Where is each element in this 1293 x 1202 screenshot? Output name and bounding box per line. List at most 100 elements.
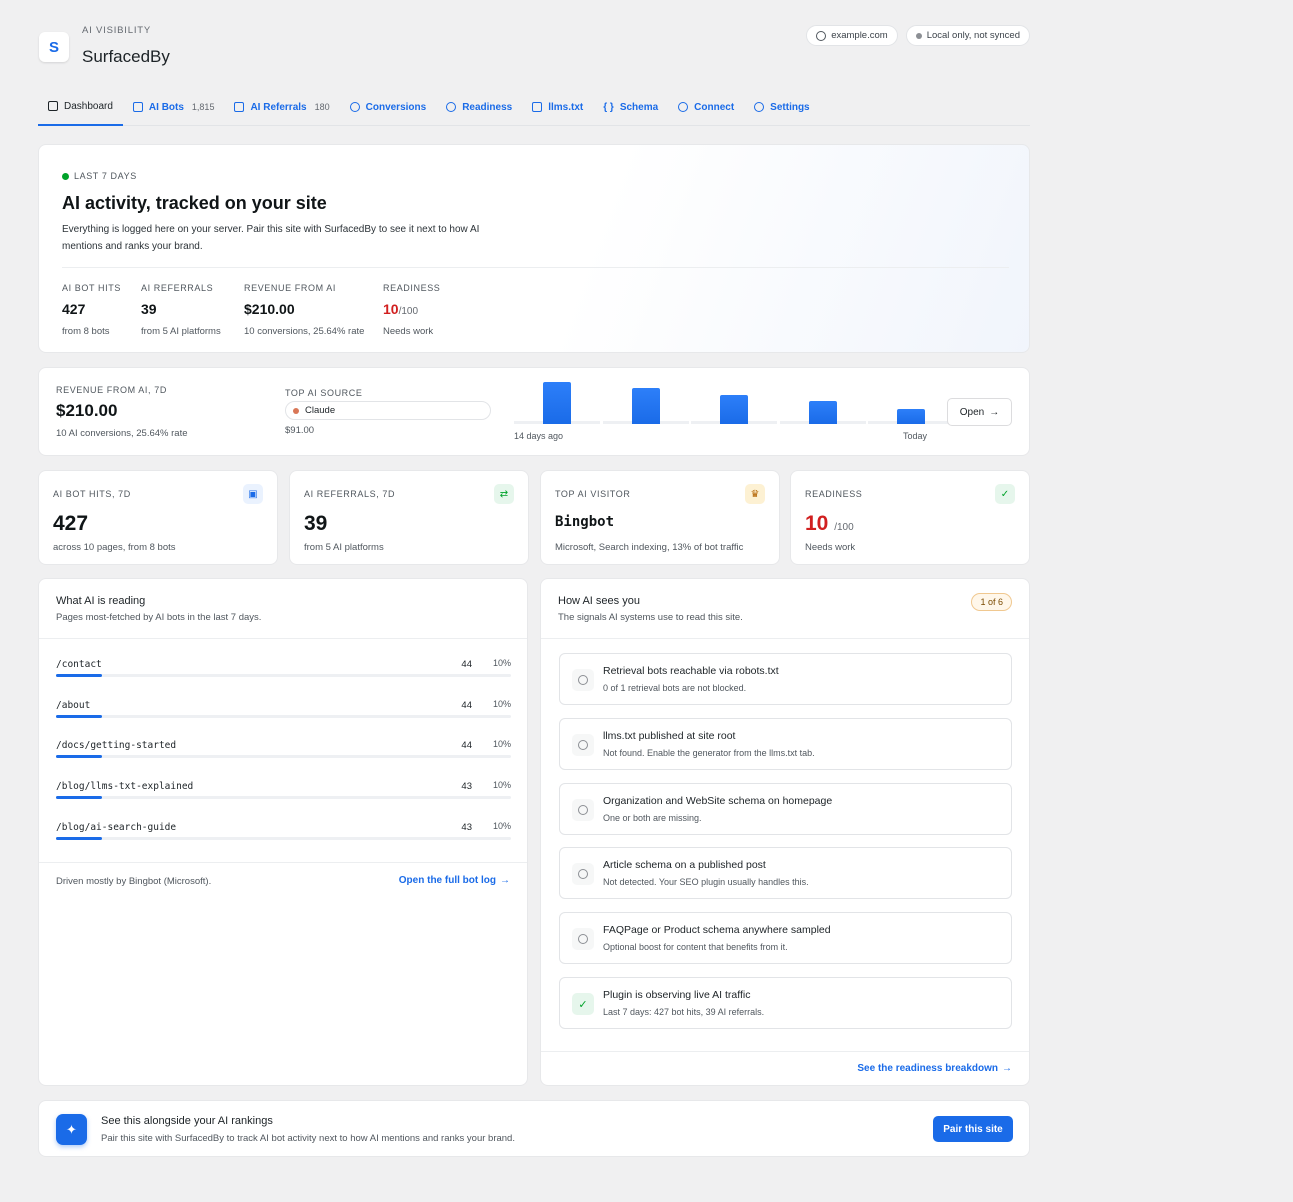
tab-llms-txt[interactable]: llms.txt: [522, 88, 593, 126]
gear-icon: [754, 102, 765, 112]
page-path: /contact: [56, 659, 102, 670]
hit-percent: 10%: [492, 739, 511, 750]
tab-label: Connect: [694, 101, 735, 113]
list-item[interactable]: /blog/llms-txt-explained 43 10%: [56, 777, 511, 807]
list-item[interactable]: /about 44 10%: [56, 696, 511, 726]
claude-dot: [293, 407, 299, 414]
signal-title: Article schema on a published post: [603, 859, 766, 872]
sync-chip: Local only, not synced: [905, 25, 1030, 46]
crown-icon: ♛: [745, 484, 765, 504]
signal-title: llms.txt published at site root: [603, 729, 736, 742]
period-text: LAST 7 DAYS: [74, 171, 137, 181]
stat-top-visitor: TOP AI VISITOR ♛ Bingbot Microsoft, Sear…: [540, 470, 780, 565]
file-icon: [532, 102, 543, 112]
top-source-label: TOP AI SOURCE: [285, 388, 363, 398]
reading-footer: Driven mostly by Bingbot (Microsoft).: [56, 876, 212, 887]
progress-track: [56, 674, 511, 677]
tab-ai-referrals[interactable]: AI Referrals 180: [224, 88, 339, 126]
signal-item[interactable]: Article schema on a published post Not de…: [559, 847, 1012, 900]
open-button[interactable]: Open →: [947, 398, 1012, 426]
revenue-label: REVENUE FROM AI, 7D: [56, 385, 167, 395]
divider: [541, 638, 1029, 639]
kpi-label: AI BOT HITS: [62, 283, 121, 293]
tab-readiness[interactable]: Readiness: [436, 88, 522, 126]
divider: [62, 267, 1009, 268]
reading-desc: Pages most-fetched by AI bots in the las…: [56, 612, 262, 623]
stat-sub: Needs work: [805, 542, 856, 553]
stat-value: 10: [805, 512, 829, 535]
revenue-sub: 10 AI conversions, 25.64% rate: [56, 428, 188, 439]
signal-item[interactable]: Retrieval bots reachable via robots.txt 0…: [559, 653, 1012, 705]
kpi-value: 39: [141, 301, 157, 317]
domain-chip-label: example.com: [831, 30, 888, 41]
hero-card: LAST 7 DAYS AI activity, tracked on your…: [38, 144, 1030, 353]
tab-conversions[interactable]: Conversions: [340, 88, 437, 126]
top-source-pill[interactable]: Claude: [285, 401, 491, 420]
signal-desc: Not found. Enable the generator from the…: [603, 747, 815, 758]
kpi-label: READINESS: [383, 283, 441, 293]
domain-chip[interactable]: example.com: [806, 25, 898, 46]
hit-count: 44: [461, 659, 472, 670]
signal-item[interactable]: FAQPage or Product schema anywhere sampl…: [559, 912, 1012, 965]
tab-label: Dashboard: [64, 100, 113, 112]
list-item[interactable]: /blog/ai-search-guide 43 10%: [56, 818, 511, 848]
revenue-value: $210.00: [56, 401, 118, 420]
list-item[interactable]: /docs/getting-started 44 10%: [56, 736, 511, 766]
signal-title: Retrieval bots reachable via robots.txt: [603, 665, 779, 677]
signal-item[interactable]: Organization and WebSite schema on homep…: [559, 782, 1012, 835]
tab-ai-bots[interactable]: AI Bots 1,815: [123, 88, 225, 126]
kpi-sub: Needs work: [383, 326, 434, 337]
stat-denominator: /100: [834, 522, 854, 533]
top-source-value: $91.00: [285, 425, 315, 436]
progress-badge: 1 of 6: [971, 593, 1012, 611]
signal-item[interactable]: ✓ Plugin is observing live AI traffic Last…: [559, 977, 1012, 1029]
tab-schema[interactable]: { } Schema: [593, 88, 668, 126]
readiness-breakdown-link[interactable]: See the readiness breakdown →: [857, 1063, 1012, 1074]
braces-icon: { }: [603, 101, 614, 113]
pending-circle-icon: [572, 733, 594, 756]
sparkle-icon: ✦: [56, 1114, 87, 1145]
readiness-breakdown-label: See the readiness breakdown: [857, 1063, 998, 1074]
stat-label: AI REFERRALS, 7D: [304, 489, 396, 499]
reading-title: What AI is reading: [56, 595, 146, 607]
list-item[interactable]: /contact 44 10%: [56, 655, 511, 685]
tab-connect[interactable]: Connect: [668, 88, 744, 126]
pending-circle-icon: [572, 863, 594, 886]
pending-circle-icon: [572, 798, 594, 821]
sees-panel: How AI sees you The signals AI systems u…: [540, 578, 1030, 1086]
dashboard-icon: [48, 101, 58, 111]
progress-track: [56, 836, 511, 840]
stat-bot-hits: AI BOT HITS, 7D ▣ 427 across 10 pages, f…: [38, 470, 278, 565]
revenue-bar: [720, 394, 749, 424]
app-root: S AI VISIBILITY SurfacedBy example.com L…: [38, 0, 1030, 1157]
tab-dashboard[interactable]: Dashboard: [38, 88, 123, 126]
bot-icon: [132, 102, 143, 112]
dollar-icon: [349, 102, 360, 112]
pair-site-button[interactable]: Pair this site: [933, 1116, 1013, 1142]
hit-percent: 10%: [492, 658, 511, 668]
kpi-value: 427: [62, 301, 86, 317]
brand-name: SurfacedBy: [82, 47, 170, 66]
signal-item[interactable]: llms.txt published at site root Not found…: [559, 717, 1012, 770]
revenue-bar: [897, 409, 926, 424]
kpi-sub: from 8 bots: [62, 326, 110, 337]
page-path: /docs/getting-started: [56, 740, 177, 752]
hit-count: 44: [461, 699, 472, 711]
signal-desc: 0 of 1 retrieval bots are not blocked.: [603, 683, 747, 693]
pending-circle-icon: [572, 669, 594, 691]
logo: S: [39, 32, 69, 62]
stat-sub: Microsoft, Search indexing, 13% of bot t…: [555, 542, 744, 553]
tab-settings[interactable]: Settings: [744, 88, 819, 126]
pair-banner: ✦ See this alongside your AI rankings Pa…: [38, 1100, 1030, 1157]
full-bot-log-link[interactable]: Open the full bot log →: [399, 875, 510, 886]
divider: [39, 862, 527, 863]
revenue-sparkbars: [514, 378, 955, 424]
hit-percent: 10%: [492, 698, 511, 709]
kpi-sub: 10 conversions, 25.64% rate: [244, 326, 365, 337]
tab-count: 1,815: [191, 102, 215, 112]
arrow-right-icon: →: [989, 406, 1000, 418]
pending-circle-icon: [572, 928, 594, 951]
reading-header: What AI is reading Pages most-fetched by…: [56, 595, 261, 623]
progress-fill: [56, 674, 102, 677]
stat-sub: from 5 AI platforms: [304, 542, 384, 553]
